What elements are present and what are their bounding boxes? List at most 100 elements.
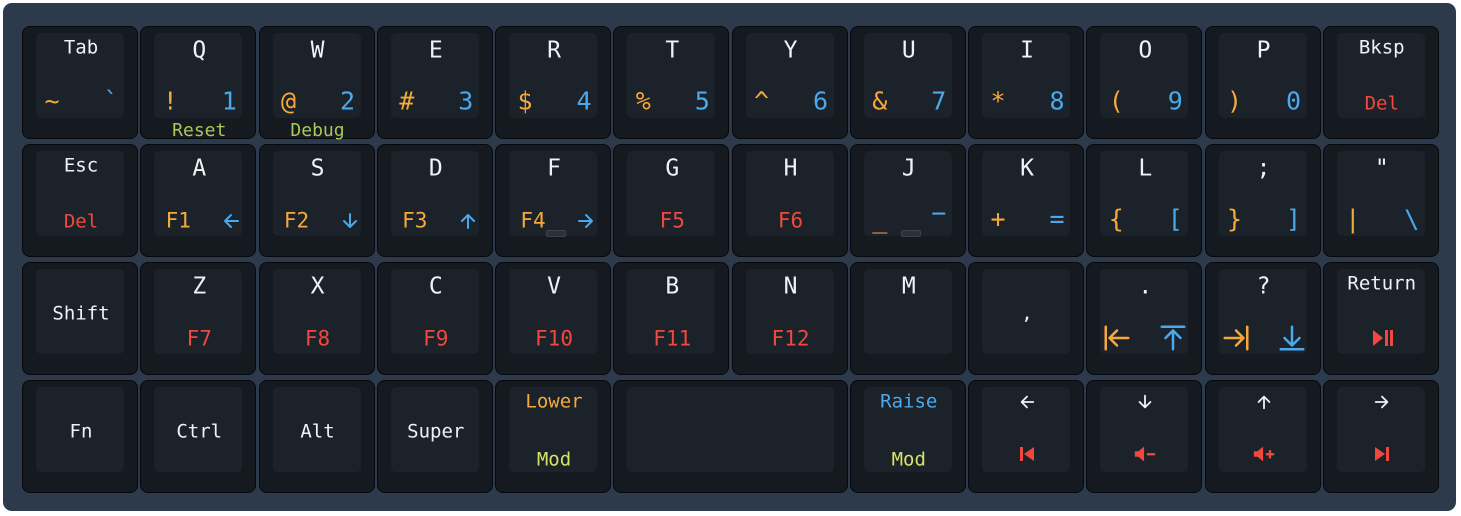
key-shift[interactable]: Shift: [22, 262, 138, 375]
key-q[interactable]: Q! 1 Reset: [140, 26, 257, 140]
key-legend-layer: Mod: [891, 448, 926, 471]
key-legend-raise: 5: [694, 86, 710, 116]
key-f[interactable]: F F4: [495, 144, 611, 257]
key-a[interactable]: A F1: [140, 144, 257, 257]
key-legend-primary: ": [1374, 155, 1389, 182]
key-bksp[interactable]: Bksp Del: [1322, 26, 1439, 139]
key-j[interactable]: J _ −: [849, 144, 966, 257]
key-legend-layer: F10: [535, 326, 573, 351]
key-s[interactable]: S F2: [258, 144, 375, 257]
key-legend-primary: Shift: [52, 302, 110, 325]
key-down[interactable]: [1086, 380, 1203, 493]
key-legend-primary: L: [1138, 155, 1153, 182]
key-w[interactable]: W @2 Debug: [258, 26, 375, 140]
arrow-left-icon: [221, 211, 241, 231]
key-legend-raise: 4: [576, 86, 592, 116]
key-quote[interactable]: " | \: [1322, 144, 1439, 257]
key-p[interactable]: P) 0: [1204, 26, 1321, 139]
key-legend-layer: F9: [423, 326, 449, 351]
key-super[interactable]: Super: [376, 380, 493, 493]
key-legend-primary: Fn: [69, 420, 93, 443]
key-period[interactable]: .: [1086, 262, 1203, 375]
key-space[interactable]: [613, 380, 848, 493]
next-track-icon: [1370, 442, 1394, 466]
key-legend-primary: A: [192, 155, 207, 182]
key-legend-lower: }: [1226, 204, 1243, 234]
key-legend-raise: 6: [812, 86, 829, 116]
key-legend-layer: Del: [63, 210, 99, 233]
homing-bar: [900, 230, 921, 237]
key-ctrl[interactable]: Ctrl: [140, 380, 257, 493]
key-legend-raise: [: [1167, 204, 1183, 234]
key-m[interactable]: M: [849, 262, 966, 375]
key-esc[interactable]: Esc Del: [22, 144, 138, 257]
arrow-left-icon: [1018, 393, 1036, 411]
key-z[interactable]: Z F7: [140, 262, 257, 375]
key-legend-primary: Esc: [63, 154, 99, 177]
key-d[interactable]: D F3: [376, 144, 493, 257]
arrow-up-icon: [1255, 393, 1273, 411]
key-legend-layer: F7: [186, 326, 212, 351]
key-fn[interactable]: Fn: [22, 380, 138, 493]
keycap-surface: [627, 387, 834, 472]
key-x[interactable]: X F8: [258, 262, 375, 375]
key-right[interactable]: [1322, 380, 1439, 493]
key-legend-primary: X: [310, 273, 325, 300]
key-alt[interactable]: Alt: [258, 380, 375, 493]
arrow-right-icon: [576, 211, 596, 231]
key-n[interactable]: N F12: [731, 262, 848, 375]
key-comma[interactable]: ,: [968, 262, 1084, 375]
key-legend-primary: Bksp: [1358, 36, 1405, 59]
key-legend-primary: V: [547, 273, 561, 300]
key-c[interactable]: C F9: [376, 262, 493, 375]
key-legend-lower: %: [635, 86, 651, 116]
key-legend-primary: E: [428, 37, 443, 64]
key-left[interactable]: [968, 380, 1084, 493]
key-l[interactable]: L {[: [1086, 144, 1203, 257]
arrow-right-icon: [1373, 393, 1391, 411]
key-question[interactable]: ?: [1204, 262, 1321, 375]
key-legend-primary: W: [310, 37, 325, 64]
key-i[interactable]: I * 8: [968, 26, 1084, 139]
key-legend-primary: K: [1020, 155, 1034, 182]
key-legend-primary: Lower: [525, 390, 583, 413]
key-h[interactable]: H F6: [731, 144, 848, 257]
key-legend-lower: ^: [753, 86, 770, 116]
key-y[interactable]: Y ^ 6: [731, 26, 848, 139]
key-legend-primary: P: [1256, 37, 1271, 64]
key-g[interactable]: G F5: [613, 144, 730, 257]
key-u[interactable]: U & 7: [849, 26, 966, 139]
key-lower[interactable]: Lower Mod: [495, 380, 611, 493]
home-icon: [1102, 323, 1132, 353]
key-semicolon[interactable]: ;}]: [1204, 144, 1321, 257]
key-legend-lower: F2: [283, 208, 310, 233]
key-legend-primary: ;: [1256, 155, 1271, 182]
page-down-icon: [1277, 323, 1307, 353]
key-legend-layer: F11: [653, 326, 692, 351]
key-legend-primary: T: [665, 37, 680, 64]
key-legend-primary: Return: [1347, 272, 1417, 295]
key-o[interactable]: O (9: [1086, 26, 1203, 139]
key-legend-lower: F3: [402, 208, 428, 233]
key-legend-primary: Ctrl: [176, 420, 223, 443]
key-v[interactable]: V F10: [495, 262, 611, 375]
key-k[interactable]: K + =: [968, 144, 1084, 257]
play-pause-icon: [1370, 326, 1394, 350]
key-up[interactable]: [1204, 380, 1321, 493]
key-tab[interactable]: Tab ~ `: [22, 26, 138, 139]
key-return[interactable]: Return: [1322, 262, 1439, 375]
arrow-up-icon: [458, 211, 478, 231]
key-e[interactable]: E #3: [376, 26, 493, 139]
key-t[interactable]: T% 5: [613, 26, 730, 139]
volume-down-icon: [1133, 442, 1157, 466]
key-legend-primary: Q: [192, 37, 207, 64]
key-raise[interactable]: Raise Mod: [849, 380, 966, 493]
key-legend-primary: Z: [192, 273, 207, 300]
key-legend-lower: #: [399, 86, 415, 116]
key-legend-raise: `: [103, 86, 119, 116]
key-r[interactable]: R $4: [495, 26, 611, 139]
key-legend-lower: ): [1226, 86, 1243, 116]
key-legend-raise: 2: [339, 86, 356, 116]
key-legend-lower: (: [1108, 86, 1124, 116]
key-b[interactable]: B F11: [613, 262, 730, 375]
